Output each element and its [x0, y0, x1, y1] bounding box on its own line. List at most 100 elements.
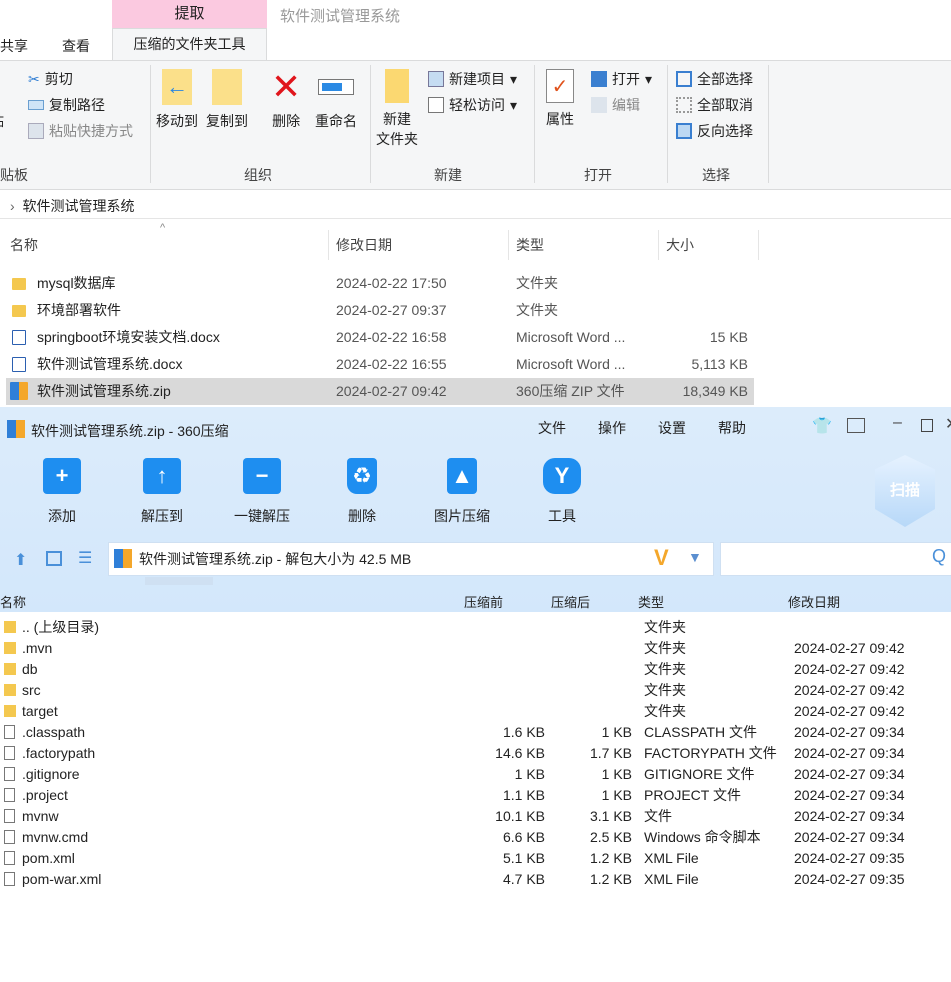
zip-column-name[interactable]: 名称	[0, 592, 26, 611]
zip-column-date[interactable]: 修改日期	[788, 592, 840, 611]
column-name[interactable]: 名称	[10, 230, 38, 260]
rename-button[interactable]: 重命名	[315, 69, 357, 131]
image-compress-button[interactable]: ▲ 图片压缩	[422, 458, 502, 526]
zip-row[interactable]: src 文件夹 2024-02-27 09:42	[0, 680, 951, 701]
one-click-extract-button[interactable]: − 一键解压	[222, 458, 302, 526]
file-row[interactable]: 环境部署软件 2024-02-27 09:37 文件夹	[6, 297, 754, 324]
file-icon	[4, 872, 15, 886]
zip-row[interactable]: .. (上级目录) 文件夹	[0, 617, 951, 638]
group-select: 选择	[702, 167, 730, 183]
file-row[interactable]: springboot环境安装文档.docx 2024-02-22 16:58 M…	[6, 324, 754, 351]
easy-access-icon	[428, 97, 444, 113]
zip-row[interactable]: .factorypath 14.6 KB 1.7 KB FACTORYPATH …	[0, 743, 951, 764]
new-folder-button[interactable]: 新建 文件夹	[376, 69, 418, 149]
zip-row[interactable]: target 文件夹 2024-02-27 09:42	[0, 701, 951, 722]
zip-window-title: 软件测试管理系统.zip - 360压缩	[31, 423, 229, 439]
column-date[interactable]: 修改日期	[336, 230, 392, 260]
move-folder-icon: ←	[162, 69, 192, 105]
file-icon	[4, 809, 15, 823]
easy-access-button[interactable]: 轻松访问 ▾	[428, 95, 517, 115]
tab-extract-context[interactable]: 提取	[112, 0, 267, 28]
copy-to-button[interactable]: 复制到	[206, 69, 248, 131]
cut-button[interactable]: ✂ 剪切	[28, 69, 73, 89]
column-type[interactable]: 类型	[516, 230, 544, 260]
red-x-icon: ✕	[271, 66, 302, 107]
add-button[interactable]: + 添加	[22, 458, 102, 526]
zip-file-icon	[10, 382, 28, 400]
select-none-button[interactable]: 全部取消	[676, 95, 753, 115]
menu-help[interactable]: 帮助	[718, 418, 746, 438]
group-open: 打开	[584, 167, 612, 183]
dropdown-icon[interactable]: ▼	[688, 549, 702, 565]
image-compress-icon: ▲	[447, 458, 477, 494]
ribbon: 贴 ✂剪切 复制路径 粘贴快捷方式 贴板 ←移动到 复制到 ✕删除 重命名 组织…	[0, 60, 951, 190]
move-to-button[interactable]: ← 移动到	[156, 69, 198, 131]
folder-icon	[12, 305, 26, 317]
tab-compressed-folder-tools[interactable]: 压缩的文件夹工具	[112, 28, 267, 61]
breadcrumb[interactable]: › 软件测试管理系统	[0, 191, 951, 219]
edit-icon	[591, 97, 607, 113]
zip-row[interactable]: pom-war.xml 4.7 KB 1.2 KB XML File 2024-…	[0, 869, 951, 890]
select-all-icon	[676, 71, 692, 87]
path-icon	[28, 100, 44, 110]
close-icon[interactable]: ✕	[945, 414, 951, 434]
one-click-extract-icon: −	[243, 458, 281, 494]
v-icon[interactable]: V	[654, 545, 669, 571]
sort-ascending-icon: ^	[160, 222, 166, 234]
column-size[interactable]: 大小	[666, 230, 694, 260]
group-organize: 组织	[244, 167, 272, 183]
search-icon[interactable]: Q	[932, 546, 946, 567]
zip-row[interactable]: pom.xml 5.1 KB 1.2 KB XML File 2024-02-2…	[0, 848, 951, 869]
zip-row[interactable]: .classpath 1.6 KB 1 KB CLASSPATH 文件 2024…	[0, 722, 951, 743]
zip-search-input[interactable]	[720, 542, 951, 576]
invert-selection-button[interactable]: 反向选择	[676, 121, 753, 141]
file-row[interactable]: 软件测试管理系统.docx 2024-02-22 16:55 Microsoft…	[6, 351, 754, 378]
file-icon	[4, 746, 15, 760]
list-view-icon[interactable]: ☰	[78, 548, 92, 568]
zip-row[interactable]: .gitignore 1 KB 1 KB GITIGNORE 文件 2024-0…	[0, 764, 951, 785]
zip-row[interactable]: .project 1.1 KB 1 KB PROJECT 文件 2024-02-…	[0, 785, 951, 806]
tab-share[interactable]: 共享	[0, 36, 28, 56]
edit-button[interactable]: 编辑	[591, 95, 640, 115]
paste-shortcut-button[interactable]: 粘贴快捷方式	[28, 121, 133, 141]
select-all-button[interactable]: 全部选择	[676, 69, 753, 89]
file-icon	[4, 788, 15, 802]
up-arrow-icon[interactable]: ⬆	[14, 550, 27, 570]
menu-settings[interactable]: 设置	[658, 418, 686, 438]
zip-address-bar[interactable]: 软件测试管理系统.zip - 解包大小为 42.5 MB	[108, 542, 714, 576]
menu-file[interactable]: 文件	[538, 418, 566, 438]
file-row[interactable]: 软件测试管理系统.zip 2024-02-27 09:42 360压缩 ZIP …	[6, 378, 754, 405]
zip-column-type[interactable]: 类型	[638, 592, 664, 611]
shortcut-icon	[28, 123, 44, 139]
tools-button[interactable]: Y 工具	[522, 458, 602, 526]
zip-row[interactable]: .mvn 文件夹 2024-02-27 09:42	[0, 638, 951, 659]
zip-row[interactable]: mvnw 10.1 KB 3.1 KB 文件 2024-02-27 09:34	[0, 806, 951, 827]
properties-button[interactable]: ✓ 属性	[546, 69, 574, 129]
file-row[interactable]: mysql数据库 2024-02-22 17:50 文件夹	[6, 270, 754, 297]
delete-zip-button[interactable]: ♻ 删除	[322, 458, 402, 526]
zip-row[interactable]: db 文件夹 2024-02-27 09:42	[0, 659, 951, 680]
open-button[interactable]: 打开 ▾	[591, 69, 652, 89]
paste-button[interactable]: 贴	[0, 111, 4, 131]
folder-icon	[4, 705, 16, 717]
invert-selection-icon	[676, 123, 692, 139]
skin-icon[interactable]: 👕	[812, 416, 832, 436]
menu-operate[interactable]: 操作	[598, 418, 626, 438]
copy-folder-icon	[212, 69, 242, 105]
zip-column-before[interactable]: 压缩前	[464, 592, 503, 611]
thumbnail-view-icon[interactable]	[46, 551, 62, 566]
extract-to-button[interactable]: ↑ 解压到	[122, 458, 202, 526]
minimize-icon[interactable]: –	[893, 414, 902, 432]
feedback-icon[interactable]	[847, 418, 865, 433]
maximize-icon[interactable]	[921, 419, 933, 432]
delete-button[interactable]: ✕ 删除	[271, 69, 301, 131]
recycle-bin-icon: ♻	[347, 458, 377, 494]
new-item-button[interactable]: 新建项目 ▾	[428, 69, 517, 89]
word-doc-icon	[12, 330, 26, 345]
tab-view[interactable]: 查看	[62, 36, 90, 56]
copy-path-button[interactable]: 复制路径	[28, 95, 105, 115]
tools-icon: Y	[543, 458, 581, 494]
zip-column-after[interactable]: 压缩后	[551, 592, 590, 611]
word-doc-icon	[12, 357, 26, 372]
zip-row[interactable]: mvnw.cmd 6.6 KB 2.5 KB Windows 命令脚本 2024…	[0, 827, 951, 848]
